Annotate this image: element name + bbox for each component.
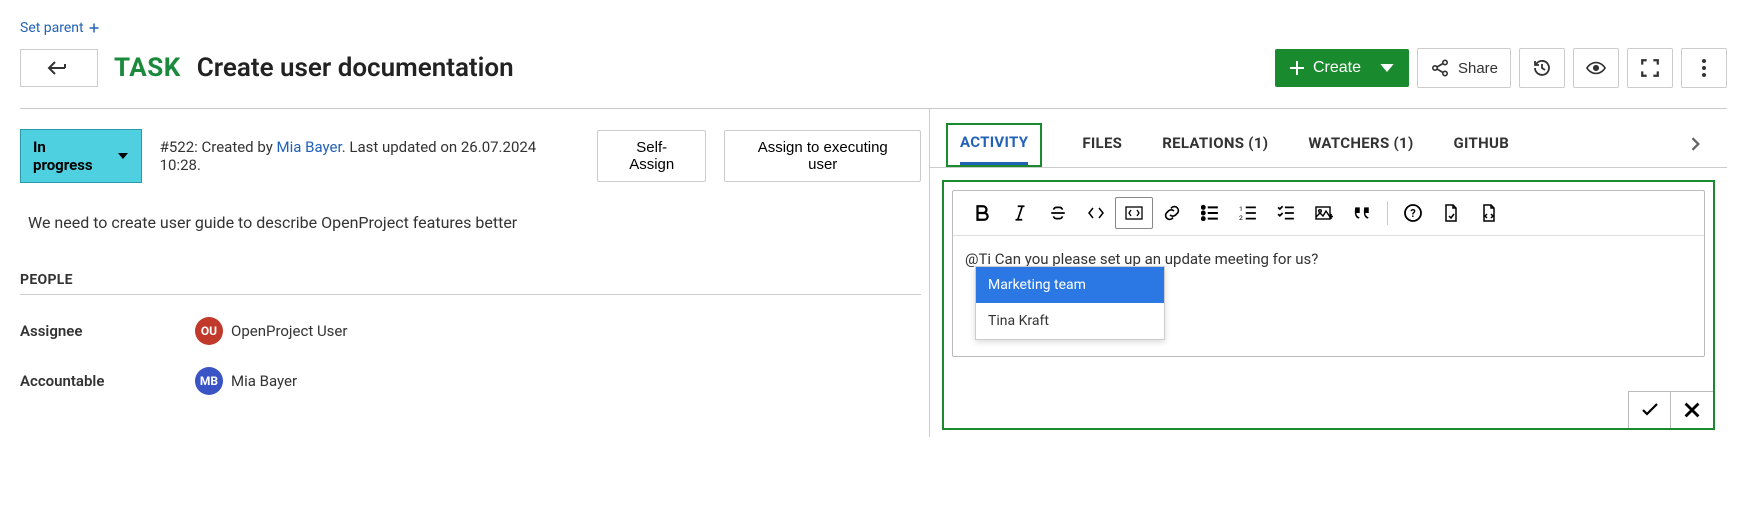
eye-icon: [1586, 58, 1606, 78]
right-pane: ACTIVITY FILES RELATIONS (1) WATCHERS (1…: [930, 109, 1727, 437]
image-icon: [1315, 204, 1333, 222]
bold-icon: [973, 204, 991, 222]
activity-highlight-area: 12 ? @Ti Can you please set up an update…: [942, 180, 1715, 430]
code-icon: [1087, 204, 1105, 222]
status-label: In progress: [33, 138, 109, 174]
tab-activity[interactable]: ACTIVITY: [960, 125, 1028, 165]
assignee-row[interactable]: Assignee OU OpenProject User: [20, 317, 921, 345]
source-icon: [1480, 204, 1498, 222]
task-list-button[interactable]: [1267, 197, 1305, 229]
assign-executing-user-button[interactable]: Assign to executing user: [724, 130, 921, 182]
plus-icon: [88, 22, 100, 34]
mention-dropdown: Marketing team Tina Kraft: [975, 266, 1165, 340]
watch-button[interactable]: [1573, 48, 1619, 88]
mention-option[interactable]: Tina Kraft: [976, 303, 1164, 339]
description[interactable]: We need to create user guide to describe…: [20, 213, 921, 232]
tab-github[interactable]: GITHUB: [1454, 126, 1510, 166]
tab-activity-highlight: ACTIVITY: [946, 123, 1042, 167]
code-block-button[interactable]: [1115, 197, 1153, 229]
svg-text:1: 1: [1239, 205, 1243, 213]
accountable-label: Accountable: [20, 372, 195, 390]
help-icon: ?: [1404, 204, 1422, 222]
avatar: MB: [195, 367, 223, 395]
help-button[interactable]: ?: [1394, 197, 1432, 229]
chevron-right-icon: [1689, 137, 1703, 151]
source-button[interactable]: [1470, 197, 1508, 229]
bold-button[interactable]: [963, 197, 1001, 229]
tabs: ACTIVITY FILES RELATIONS (1) WATCHERS (1…: [930, 109, 1727, 168]
svg-text:?: ?: [1410, 207, 1416, 220]
task-list-icon: [1277, 204, 1295, 222]
italic-button[interactable]: [1001, 197, 1039, 229]
link-button[interactable]: [1153, 197, 1191, 229]
fullscreen-button[interactable]: [1627, 48, 1673, 88]
history-button[interactable]: [1519, 48, 1565, 88]
chevron-down-icon: [117, 150, 129, 162]
avatar: OU: [195, 317, 223, 345]
editor-actions: [1628, 391, 1713, 428]
share-button[interactable]: Share: [1417, 48, 1511, 88]
strike-button[interactable]: [1039, 197, 1077, 229]
left-pane: In progress #522: Created by Mia Bayer. …: [20, 109, 930, 437]
kebab-icon: [1694, 58, 1714, 78]
preview-button[interactable]: [1432, 197, 1470, 229]
work-package-type: TASK: [114, 53, 181, 83]
editor-toolbar: 12 ?: [953, 191, 1704, 236]
history-icon: [1532, 58, 1552, 78]
italic-icon: [1011, 204, 1029, 222]
tab-relations[interactable]: RELATIONS (1): [1162, 126, 1268, 166]
image-button[interactable]: [1305, 197, 1343, 229]
self-assign-button[interactable]: Self-Assign: [597, 130, 706, 182]
assignee-label: Assignee: [20, 322, 195, 340]
back-button[interactable]: [20, 49, 98, 87]
accountable-name: Mia Bayer: [231, 372, 297, 390]
strike-icon: [1049, 204, 1067, 222]
toolbar-separator: [1387, 201, 1388, 225]
bullet-list-icon: [1201, 204, 1219, 222]
code-block-icon: [1125, 204, 1143, 222]
preview-icon: [1442, 204, 1460, 222]
assignee-name: OpenProject User: [231, 322, 347, 340]
accountable-row[interactable]: Accountable MB Mia Bayer: [20, 367, 921, 395]
comment-editor: 12 ? @Ti Can you please set up an update…: [952, 190, 1705, 357]
set-parent-link[interactable]: Set parent: [20, 20, 100, 36]
comment-textarea[interactable]: @Ti Can you please set up an update meet…: [953, 236, 1704, 356]
quote-button[interactable]: [1343, 197, 1381, 229]
svg-text:2: 2: [1239, 214, 1243, 222]
tab-files[interactable]: FILES: [1082, 126, 1122, 166]
close-icon: [1683, 401, 1701, 419]
work-package-title[interactable]: Create user documentation: [197, 53, 514, 83]
chevron-down-icon: [1379, 60, 1395, 76]
check-icon: [1641, 401, 1659, 419]
plus-icon: [1289, 60, 1305, 76]
back-arrow-icon: [47, 60, 71, 76]
mention-option[interactable]: Marketing team: [976, 267, 1164, 303]
tabs-scroll-right[interactable]: [1689, 137, 1707, 155]
cancel-comment-button[interactable]: [1671, 392, 1713, 428]
link-icon: [1163, 204, 1181, 222]
create-button[interactable]: Create: [1275, 49, 1409, 87]
tab-watchers[interactable]: WATCHERS (1): [1308, 126, 1413, 166]
quote-icon: [1353, 204, 1371, 222]
more-menu-button[interactable]: [1681, 48, 1727, 88]
set-parent-label: Set parent: [20, 20, 84, 36]
code-button[interactable]: [1077, 197, 1115, 229]
numbered-list-button[interactable]: 12: [1229, 197, 1267, 229]
numbered-list-icon: 12: [1239, 204, 1257, 222]
author-link[interactable]: Mia Bayer: [277, 138, 342, 156]
meta-prefix: #522: Created by: [160, 138, 277, 156]
share-icon: [1430, 58, 1450, 78]
people-heading: PEOPLE: [20, 272, 921, 295]
fullscreen-icon: [1640, 58, 1660, 78]
submit-comment-button[interactable]: [1629, 392, 1671, 428]
create-label: Create: [1313, 59, 1361, 77]
bullet-list-button[interactable]: [1191, 197, 1229, 229]
status-dropdown[interactable]: In progress: [20, 129, 142, 183]
share-label: Share: [1458, 60, 1498, 77]
meta-info: #522: Created by Mia Bayer. Last updated…: [160, 138, 579, 174]
